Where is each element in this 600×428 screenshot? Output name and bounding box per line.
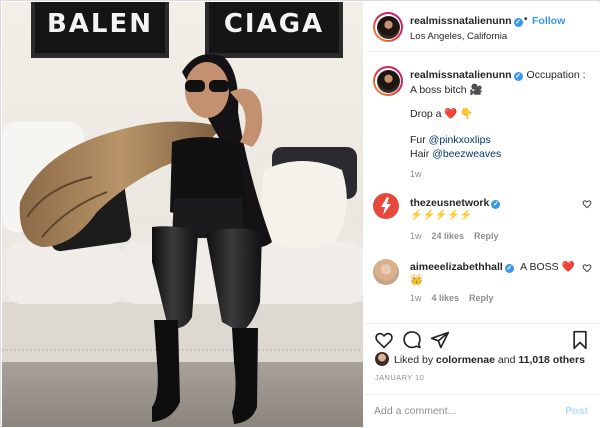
comment-2-reply-button[interactable]: Reply (469, 293, 494, 303)
comment-1-meta: 1w 24 likes Reply (410, 231, 509, 241)
verified-badge-icon: ✓ (491, 200, 501, 209)
post-header: realmissnatalienunn ✓ • Follow Los Angele… (364, 2, 600, 52)
add-comment-input[interactable] (374, 402, 554, 420)
comment-2-meta: 1w 4 likes Reply (410, 293, 504, 303)
hair-mention-link[interactable]: @beezweaves (432, 148, 501, 160)
comment-2-likes[interactable]: 4 likes (432, 293, 460, 303)
comment-bubble-icon[interactable] (402, 330, 422, 350)
comment-2-username[interactable]: aimeeelizabethhall ✓ (410, 261, 514, 273)
save-bookmark-icon[interactable] (570, 330, 590, 350)
comment-1-likes[interactable]: 24 likes (432, 231, 465, 241)
header-separator: • (524, 14, 528, 25)
fluffy-pillow (261, 161, 347, 248)
comment-1-text: ⚡⚡⚡⚡⚡ (410, 210, 473, 221)
post-date[interactable]: JANUARY 10 (375, 373, 424, 382)
comment-1-like-heart-icon[interactable] (582, 199, 592, 209)
commenter-avatar-zeus[interactable] (373, 193, 399, 219)
comment-2-text-line2: 👑 (410, 274, 424, 286)
poster-left-text: BALEN (47, 9, 153, 39)
comment-1-reply-button[interactable]: Reply (474, 231, 499, 241)
comment-1-age[interactable]: 1w (410, 231, 422, 241)
comment-2: aimeeelizabethhall ✓ A BOSS ❤️ (410, 260, 590, 275)
comment-2-age[interactable]: 1w (410, 293, 422, 303)
caption-drop-line: Drop a ❤️ 👇 (410, 108, 474, 120)
comment-1: thezeusnetwork ✓ (410, 196, 590, 211)
post-comment-button[interactable]: Post (565, 405, 588, 417)
author-avatar[interactable] (373, 12, 403, 42)
post-actions: Liked by colormenae and 11,018 others JA… (364, 323, 600, 427)
liked-by-user-link[interactable]: colormenae (436, 354, 495, 366)
caption-fur-line: Fur @pinkxoxlips (410, 134, 491, 146)
like-heart-icon[interactable] (374, 330, 394, 350)
add-comment-bar: Post (364, 394, 600, 428)
comment-1-username[interactable]: thezeusnetwork ✓ (410, 197, 501, 209)
post-side-panel: realmissnatalienunn ✓ • Follow Los Angele… (364, 2, 600, 427)
caption-age[interactable]: 1w (410, 169, 422, 179)
caption: realmissnatalienunn ✓ Occupation : A boss … (410, 68, 590, 98)
likes-count-link[interactable]: 11,018 others (518, 354, 585, 366)
photo-illustration: BALEN CIAGA (2, 2, 363, 427)
post-photo[interactable]: BALEN CIAGA (2, 2, 363, 427)
post-location[interactable]: Los Angeles, California (410, 31, 507, 42)
caption-username[interactable]: realmissnatalienunn ✓ (410, 69, 523, 81)
liked-by-avatar[interactable] (375, 352, 389, 366)
caption-hair-line: Hair @beezweaves (410, 148, 502, 160)
verified-badge-icon: ✓ (513, 72, 523, 81)
instagram-post-modal: BALEN CIAGA realmissnatalienunn ✓ • Foll… (0, 0, 600, 427)
liked-by-text: Liked by colormenae and 11,018 others (394, 354, 585, 366)
author-username[interactable]: realmissnatalienunn ✓ (410, 15, 523, 27)
right-boot (232, 328, 258, 424)
caption-author-avatar[interactable] (373, 66, 403, 96)
comment-2-like-heart-icon[interactable] (582, 263, 592, 273)
verified-badge-icon: ✓ (513, 18, 523, 27)
lightning-icon (381, 197, 391, 215)
share-paper-plane-icon[interactable] (430, 330, 450, 350)
poster-right-text: CIAGA (224, 9, 324, 39)
caption-meta: 1w (410, 169, 432, 179)
commenter-avatar-aimee[interactable] (373, 259, 399, 285)
comments-section[interactable]: realmissnatalienunn ✓ Occupation : A boss … (364, 53, 600, 323)
follow-button[interactable]: Follow (532, 15, 565, 27)
fur-mention-link[interactable]: @pinkxoxlips (429, 134, 491, 146)
comment-2-text: A BOSS ❤️ (520, 261, 575, 273)
verified-badge-icon: ✓ (504, 264, 514, 273)
